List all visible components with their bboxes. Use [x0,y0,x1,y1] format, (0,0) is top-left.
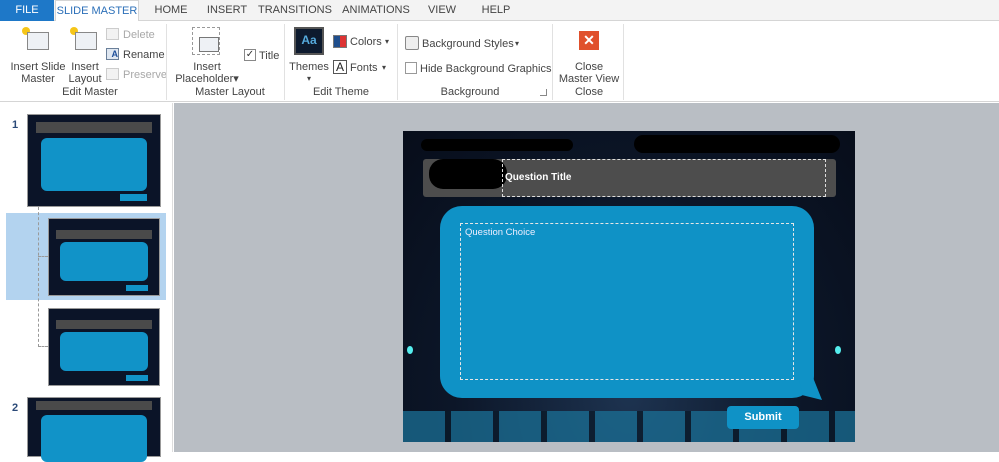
close-group-label: Close [574,86,604,98]
group-divider [397,24,398,100]
colors-icon [333,35,347,48]
tab-animations[interactable]: ANIMATIONS [340,0,412,21]
group-divider [623,24,624,100]
background-styles-icon [405,36,419,50]
chevron-down-icon: ▾ [385,37,390,46]
insert-slide-master-label: Insert Slide Master [10,61,66,85]
stage-light [407,346,413,354]
chevron-down-icon: ▾ [382,63,387,72]
background-styles-label: Background Styles [422,38,514,50]
colors-label: Colors [350,36,382,48]
master-layout-group-label: Master Layout [195,86,265,98]
tab-home[interactable]: HOME [146,0,196,21]
rename-label: Rename [123,49,165,61]
thumbnail-pane[interactable]: 1 2 [0,103,173,462]
layout-thumbnail-selected[interactable] [48,218,160,296]
ribbon-tabs: FILE SLIDE MASTER HOME INSERT TRANSITION… [0,0,999,22]
insert-layout-icon [70,27,98,51]
close-icon: ✕ [579,31,599,50]
submit-button[interactable]: Submit [727,406,799,429]
insert-layout-label: Insert Layout [68,61,102,85]
edit-theme-group-label: Edit Theme [312,86,370,98]
delete-label: Delete [123,29,155,41]
slide-layout-editor[interactable]: Question Title Question Choice Submit [403,131,855,442]
group-divider [166,24,167,100]
layout-connector [38,346,48,347]
layout-thumbnail[interactable] [48,308,160,386]
dialog-launcher-icon[interactable] [540,89,547,96]
fonts-icon: A [333,60,347,74]
group-divider [284,24,285,100]
edit-master-group-label: Edit Master [62,86,118,98]
question-choice-placeholder[interactable]: Question Choice [460,223,794,380]
tab-insert[interactable]: INSERT [202,0,252,21]
preserve-label: Preserve [123,69,168,81]
speech-bubble-tail [798,376,822,400]
stage-light [835,346,841,354]
checkbox-checked-icon: ✓ [244,49,256,61]
themes-icon: Aa [294,27,324,55]
slide-master-thumbnail[interactable] [27,114,161,207]
insert-placeholder-label: Insert Placeholder▾ [175,61,239,85]
chevron-down-icon: ▾ [515,39,520,48]
layout-connector [38,256,48,257]
hide-background-graphics-label: Hide Background Graphics [420,63,552,75]
tab-slide-master[interactable]: SLIDE MASTER [55,0,139,22]
tab-transitions[interactable]: TRANSITIONS [258,0,332,21]
redacted-region [429,159,507,189]
tab-view[interactable]: VIEW [422,0,462,21]
question-title-placeholder[interactable]: Question Title [502,159,826,197]
themes-label: Themes [289,61,329,73]
ribbon: Insert Slide Master Insert Layout Delete A… [0,21,999,102]
chevron-down-icon: ▾ [306,74,311,83]
slide-number: 2 [12,402,19,414]
group-divider [552,24,553,100]
tab-file[interactable]: FILE [0,0,54,21]
checkbox-unchecked-icon [405,62,417,74]
background-group-label: Background [440,86,500,98]
title-checkbox-label: Title [259,50,280,62]
slide-number: 1 [12,119,19,131]
fonts-label: Fonts [350,62,378,74]
insert-slide-master-icon [22,27,50,51]
insert-placeholder-icon [192,27,220,55]
layout-connector [38,207,39,347]
tab-help[interactable]: HELP [476,0,516,21]
delete-icon [106,28,119,40]
preserve-icon [106,68,119,80]
slide-master-thumbnail[interactable] [27,397,161,462]
redacted-region [634,135,840,153]
rename-icon: A [106,48,119,60]
redacted-region [421,139,573,151]
close-master-view-label: Close Master View [558,61,620,85]
